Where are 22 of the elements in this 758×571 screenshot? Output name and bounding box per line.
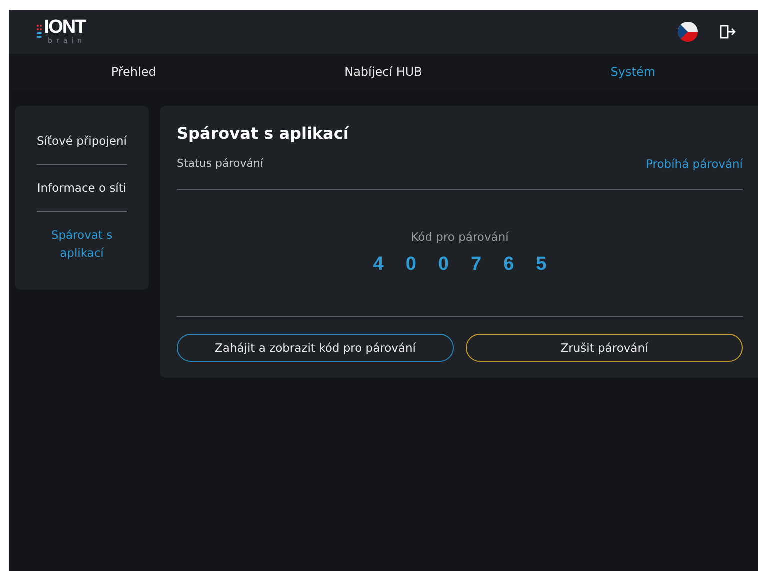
code-digit: 4	[373, 254, 384, 276]
nav-tab[interactable]: Přehled	[111, 65, 156, 79]
logout-icon[interactable]	[720, 25, 736, 39]
sidebar-item[interactable]: Spárovat s aplikací	[15, 212, 149, 276]
code-digit: 7	[471, 254, 482, 276]
code-digit: 0	[406, 254, 416, 276]
nav-tab[interactable]: Systém	[610, 65, 656, 79]
status-value: Probíhá párování	[646, 157, 743, 171]
code-label: Kód pro párování	[411, 230, 509, 244]
cancel-pairing-button[interactable]: Zrušit párování	[466, 334, 743, 362]
flag-icon[interactable]	[678, 22, 698, 42]
code-digit: 0	[438, 254, 449, 276]
sidebar-item[interactable]: Informace o síti	[15, 165, 149, 211]
code-digit: 6	[504, 254, 514, 276]
nav-tab[interactable]: Nabíjecí HUB	[344, 65, 422, 79]
start-pairing-button[interactable]: Zahájit a zobrazit kód pro párování	[177, 334, 454, 362]
logo-dots-icon	[37, 25, 42, 39]
logo-name: IONT	[44, 19, 86, 37]
status-label: Status párování	[177, 157, 264, 171]
sidebar-item[interactable]: Síťové připojení	[15, 118, 149, 164]
code-digit: 5	[536, 254, 547, 276]
panel-title: Spárovat s aplikací	[177, 124, 350, 143]
